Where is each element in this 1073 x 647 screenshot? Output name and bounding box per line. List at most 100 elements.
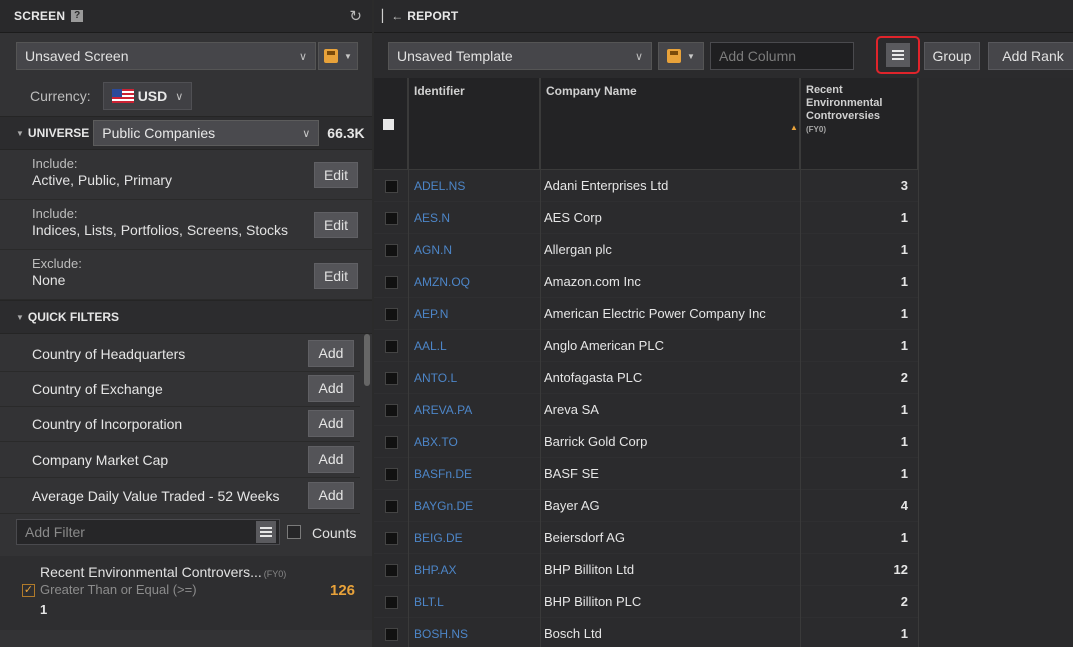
recent-header-line: Controversies bbox=[806, 110, 880, 122]
add-filter-button[interactable]: Add bbox=[308, 340, 354, 367]
add-filter-input[interactable]: Add Filter bbox=[16, 519, 280, 545]
template-select[interactable]: Unsaved Template ∨ bbox=[388, 42, 652, 70]
controversies-value: 12 bbox=[893, 562, 908, 577]
row-checkbox[interactable] bbox=[385, 244, 398, 257]
active-filter-checkbox[interactable]: ✓ bbox=[22, 584, 35, 597]
identifier-link[interactable]: ADEL.NS bbox=[414, 179, 465, 193]
row-checkbox[interactable] bbox=[385, 596, 398, 609]
report-panel: ▏← REPORT Unsaved Template ∨ ▼ Add Colum… bbox=[374, 0, 1073, 647]
add-filter-button[interactable]: Add bbox=[308, 410, 354, 437]
identifier-link[interactable]: AAL.L bbox=[414, 339, 447, 353]
row-checkbox[interactable] bbox=[385, 404, 398, 417]
collapse-panel-icon[interactable]: ▏← bbox=[382, 9, 403, 23]
edit-button[interactable]: Edit bbox=[314, 263, 358, 289]
counts-label: Counts bbox=[312, 525, 357, 541]
row-checkbox[interactable] bbox=[385, 436, 398, 449]
sort-ascending-icon: ▲ bbox=[790, 123, 798, 132]
add-rank-button[interactable]: Add Rank bbox=[988, 42, 1073, 70]
table-row[interactable]: ANTO.L Antofagasta PLC 2 bbox=[374, 362, 918, 394]
table-row[interactable]: BAYGn.DE Bayer AG 4 bbox=[374, 490, 918, 522]
company-name: AES Corp bbox=[544, 210, 602, 225]
table-row[interactable]: AAL.L Anglo American PLC 1 bbox=[374, 330, 918, 362]
edit-button[interactable]: Edit bbox=[314, 212, 358, 238]
identifier-link[interactable]: BAYGn.DE bbox=[414, 499, 473, 513]
edit-button[interactable]: Edit bbox=[314, 162, 358, 188]
help-icon[interactable]: ? bbox=[71, 10, 84, 22]
quick-filters-scrollbar[interactable] bbox=[364, 334, 370, 386]
identifier-link[interactable]: ANTO.L bbox=[414, 371, 457, 385]
identifier-link[interactable]: BEIG.DE bbox=[414, 531, 463, 545]
company-name: BASF SE bbox=[544, 466, 599, 481]
quick-filter-label: Country of Headquarters bbox=[32, 345, 186, 362]
column-list-button[interactable] bbox=[876, 36, 920, 74]
table-row[interactable]: BHP.AX BHP Billiton Ltd 12 bbox=[374, 554, 918, 586]
chevron-down-icon: ∨ bbox=[634, 50, 643, 63]
row-checkbox[interactable] bbox=[385, 340, 398, 353]
company-name: Beiersdorf AG bbox=[544, 530, 625, 545]
quick-filters-label: QUICK FILTERS bbox=[27, 310, 120, 324]
row-checkbox[interactable] bbox=[385, 212, 398, 225]
currency-value: USD bbox=[137, 88, 168, 104]
universe-select[interactable]: Public Companies ∨ bbox=[93, 120, 320, 146]
company-name: Bosch Ltd bbox=[544, 626, 602, 641]
template-name: Unsaved Template bbox=[397, 48, 513, 64]
list-icon bbox=[260, 527, 272, 537]
table-row[interactable]: BOSH.NS Bosch Ltd 1 bbox=[374, 618, 918, 647]
row-checkbox[interactable] bbox=[385, 468, 398, 481]
identifier-link[interactable]: AES.N bbox=[414, 211, 450, 225]
table-row[interactable]: BASFn.DE BASF SE 1 bbox=[374, 458, 918, 490]
universe-count: 66.3K bbox=[327, 125, 365, 141]
table-row[interactable]: AREVA.PA Areva SA 1 bbox=[374, 394, 918, 426]
include-label: Include: bbox=[32, 206, 78, 221]
identifier-link[interactable]: AMZN.OQ bbox=[414, 275, 470, 289]
row-checkbox[interactable] bbox=[385, 628, 398, 641]
row-checkbox[interactable] bbox=[385, 276, 398, 289]
table-row[interactable]: AGN.N Allergan plc 1 bbox=[374, 234, 918, 266]
row-checkbox[interactable] bbox=[385, 564, 398, 577]
collapse-triangle-icon[interactable]: ▼ bbox=[16, 313, 24, 322]
save-template-button[interactable]: ▼ bbox=[658, 42, 704, 70]
identifier-link[interactable]: AREVA.PA bbox=[414, 403, 472, 417]
group-button[interactable]: Group bbox=[924, 42, 980, 70]
save-icon bbox=[667, 49, 682, 63]
screen-select[interactable]: Unsaved Screen ∨ bbox=[16, 42, 316, 70]
table-row[interactable]: BLT.L BHP Billiton PLC 2 bbox=[374, 586, 918, 618]
table-row[interactable]: ABX.TO Barrick Gold Corp 1 bbox=[374, 426, 918, 458]
table-row[interactable]: BEIG.DE Beiersdorf AG 1 bbox=[374, 522, 918, 554]
identifier-link[interactable]: AGN.N bbox=[414, 243, 452, 257]
save-screen-button[interactable]: ▼ bbox=[318, 42, 358, 70]
identifier-link[interactable]: AEP.N bbox=[414, 307, 448, 321]
column-header-company[interactable]: Company Name bbox=[540, 78, 800, 170]
company-name: BHP Billiton PLC bbox=[544, 594, 642, 609]
identifier-link[interactable]: BOSH.NS bbox=[414, 627, 468, 641]
row-checkbox[interactable] bbox=[385, 532, 398, 545]
select-all-checkbox[interactable] bbox=[383, 119, 394, 130]
column-header-recent[interactable]: Recent Environmental Controversies (FY0) bbox=[800, 78, 918, 170]
company-name: Anglo American PLC bbox=[544, 338, 664, 353]
add-filter-button[interactable]: Add bbox=[308, 375, 354, 402]
identifier-link[interactable]: BASFn.DE bbox=[414, 467, 472, 481]
active-filter[interactable]: Recent Environmental Controvers... (FY0) … bbox=[0, 556, 372, 630]
row-checkbox[interactable] bbox=[385, 308, 398, 321]
filter-list-button[interactable] bbox=[256, 521, 276, 543]
controversies-value: 3 bbox=[900, 178, 908, 193]
collapse-triangle-icon[interactable]: ▼ bbox=[16, 129, 24, 138]
active-filter-title: Recent Environmental Controvers... (FY0) bbox=[40, 564, 286, 580]
row-checkbox[interactable] bbox=[385, 500, 398, 513]
add-filter-button[interactable]: Add bbox=[308, 446, 354, 473]
identifier-link[interactable]: BHP.AX bbox=[414, 563, 456, 577]
counts-checkbox[interactable] bbox=[287, 525, 301, 539]
row-checkbox[interactable] bbox=[385, 372, 398, 385]
identifier-link[interactable]: BLT.L bbox=[414, 595, 444, 609]
identifier-link[interactable]: ABX.TO bbox=[414, 435, 458, 449]
table-row[interactable]: AMZN.OQ Amazon.com Inc 1 bbox=[374, 266, 918, 298]
currency-select[interactable]: USD ∨ bbox=[102, 82, 193, 110]
table-row[interactable]: ADEL.NS Adani Enterprises Ltd 3 bbox=[374, 170, 918, 202]
refresh-icon[interactable]: ↻ bbox=[349, 7, 362, 25]
table-row[interactable]: AES.N AES Corp 1 bbox=[374, 202, 918, 234]
add-filter-button[interactable]: Add bbox=[308, 482, 354, 509]
table-row[interactable]: AEP.N American Electric Power Company Inc… bbox=[374, 298, 918, 330]
row-checkbox[interactable] bbox=[385, 180, 398, 193]
add-column-input[interactable]: Add Column bbox=[710, 42, 854, 70]
column-header-identifier[interactable]: Identifier bbox=[408, 78, 540, 170]
